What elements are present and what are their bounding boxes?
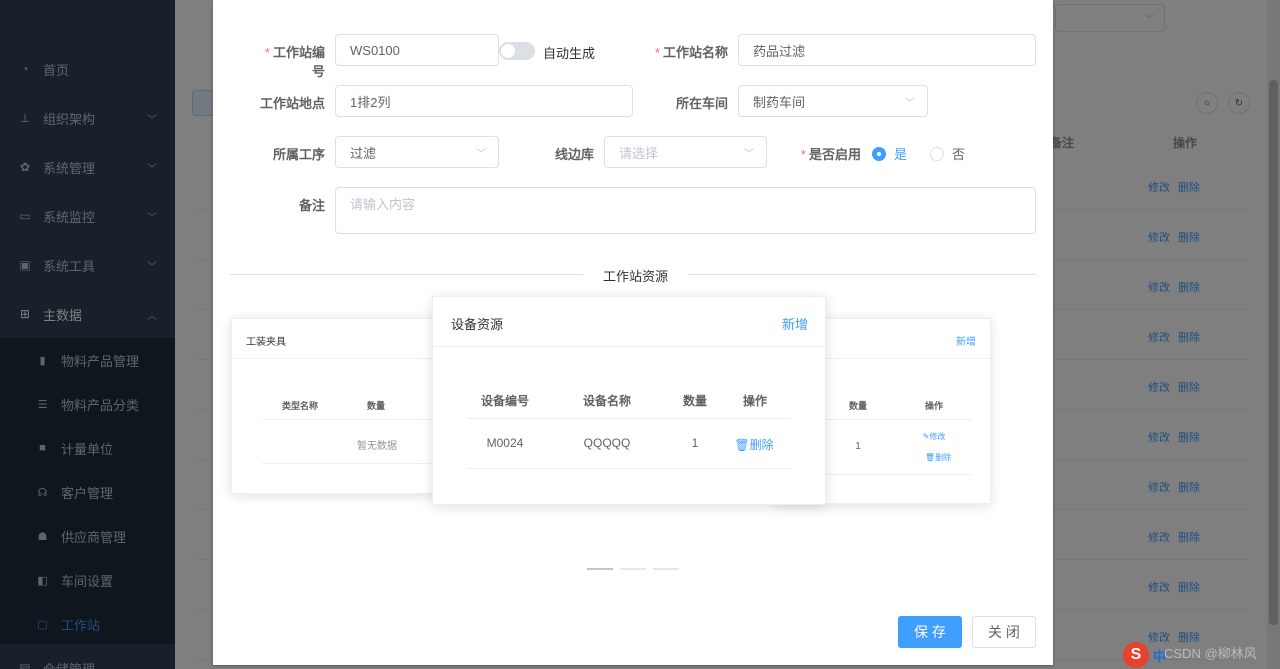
radio-dot (872, 146, 886, 161)
workshop-select[interactable]: 制药车间 ﹀ (738, 85, 928, 117)
code-label: * 工作站编号 (264, 45, 325, 79)
ime-toolbar[interactable]: S 中 (1123, 642, 1166, 668)
column-header: 设备编号 (480, 394, 529, 408)
process-label: 所属工序 (272, 147, 325, 162)
equipment-card: 设备资源 新增 设备编号 设备名称 数量 操作 M0024 QQQQQ 1 🗑删… (432, 296, 826, 505)
trash-icon: 🗑 (734, 438, 750, 452)
radio-no-label: 否 (952, 147, 966, 162)
edit-link[interactable]: ✎修改 (904, 431, 964, 442)
enable-radio-no[interactable]: 否 (930, 144, 965, 163)
watermark: CSDN @柳林风 (1164, 646, 1257, 661)
name-input[interactable]: 药品过滤 (738, 34, 1036, 66)
remark-textarea[interactable]: 请输入内容 (335, 187, 1036, 234)
edit-link-label: 修改 (929, 432, 946, 441)
enable-label: * 是否启用 (800, 147, 861, 162)
auto-generate-label: 自动生成 (543, 46, 596, 61)
chevron-down-icon: ﹀ (476, 149, 486, 160)
workstation-dialog: * 工作站编号 WS0100 自动生成 * 工作站名称 药品过滤 工作站地点 1排2… (213, 0, 1053, 665)
table-line (467, 468, 791, 469)
section-divider-title: 工作站资源 (583, 266, 689, 285)
delete-equipment-link[interactable]: 🗑删除 (729, 436, 779, 453)
location-input[interactable]: 1排2列 (335, 85, 633, 117)
equipment-code-cell: M0024 (486, 436, 524, 450)
column-header: 数量 (366, 401, 385, 411)
card-title: 设备资源 (451, 317, 504, 332)
column-header: 类型名称 (281, 401, 318, 411)
remark-label: 备注 (298, 198, 325, 213)
add-link[interactable]: 新增 (956, 333, 976, 348)
auto-generate-switch[interactable] (499, 42, 535, 60)
column-header: 操作 (924, 401, 943, 411)
empty-text: 暂无数据 (357, 441, 397, 452)
process-select[interactable]: 过滤 ﹀ (335, 136, 499, 168)
column-header: 设备名称 (582, 394, 631, 408)
workshop-select-value: 制药车间 (753, 94, 806, 110)
column-header: 数量 (848, 401, 867, 411)
equipment-qty-cell: 1 (691, 436, 699, 450)
radio-yes-label: 是 (894, 147, 908, 162)
name-label: * 工作站名称 (654, 45, 728, 60)
warehouse-select-placeholder: 请选择 (619, 145, 659, 161)
chevron-down-icon: ﹀ (905, 98, 915, 109)
add-equipment-link[interactable]: 新增 (782, 314, 808, 333)
chevron-down-icon: ﹀ (744, 149, 754, 160)
delete-equipment-label: 删除 (749, 438, 774, 452)
column-header: 数量 (682, 394, 707, 408)
warehouse-label: 线边库 (554, 147, 594, 162)
location-label: 工作站地点 (259, 96, 325, 111)
qty-cell: 1 (855, 441, 861, 452)
column-header: 操作 (742, 394, 767, 408)
code-input[interactable]: WS0100 (335, 34, 499, 66)
process-select-value: 过滤 (350, 145, 377, 161)
switch-knob (501, 44, 515, 58)
radio-dot (930, 146, 944, 161)
enable-radio-yes[interactable]: 是 (872, 144, 907, 163)
carousel-indicator[interactable] (653, 568, 679, 570)
card-title: 工装夹具 (246, 337, 286, 348)
delete-link[interactable]: 🗑删除 (908, 452, 968, 463)
save-button[interactable]: 保 存 (898, 616, 962, 648)
close-button[interactable]: 关 闭 (972, 616, 1036, 648)
carousel-indicator[interactable] (620, 568, 646, 570)
delete-link-label: 删除 (935, 453, 952, 462)
carousel-indicator[interactable] (587, 568, 613, 570)
warehouse-select[interactable]: 请选择 ﹀ (604, 136, 767, 168)
equipment-name-cell: QQQQQ (583, 436, 631, 450)
sogou-logo-icon: S (1123, 642, 1149, 668)
workshop-label: 所在车间 (675, 96, 728, 111)
table-line (467, 418, 791, 419)
